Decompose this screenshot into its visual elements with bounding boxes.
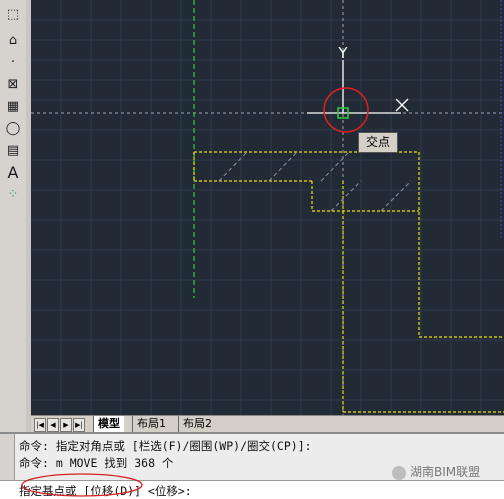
tab-layout2[interactable]: 布局2 <box>178 416 216 432</box>
prev-tab-button[interactable]: ◀ <box>47 418 59 432</box>
drawing-canvas[interactable]: Y 交点 <box>31 0 504 415</box>
command-scrollbar[interactable] <box>0 434 15 480</box>
hatch-pattern <box>218 151 412 212</box>
dot-icon[interactable]: · <box>3 52 23 72</box>
watermark: 湖南BIM联盟 <box>392 463 480 480</box>
table-icon[interactable]: ▤ <box>3 140 23 160</box>
ucs-x-marker <box>395 98 409 112</box>
region-icon[interactable]: ⌂ <box>3 30 23 50</box>
add-selected-icon[interactable]: ⁘ <box>3 184 23 204</box>
last-tab-button[interactable]: ▶| <box>73 418 85 432</box>
tab-layout1[interactable]: 布局1 <box>132 416 170 432</box>
osnap-tooltip: 交点 <box>358 132 398 153</box>
ucs-icon <box>307 60 401 114</box>
text-icon[interactable]: A <box>3 162 23 182</box>
draw-toolbar: ⬚ ⌂ · ⊠ ▦ ◯ ▤ A ⁘ <box>0 0 27 432</box>
drawing-geometry: Y <box>31 0 504 415</box>
layout-tab-bar: |◀ ◀ ▶ ▶| 模型 布局1 布局2 <box>31 415 504 434</box>
ucs-y-label: Y <box>337 44 348 62</box>
annotation-ellipse <box>21 473 143 497</box>
hatch-icon[interactable]: ⊠ <box>3 74 23 94</box>
command-history-line: 命令: 指定对角点或 [栏选(F)/圈围(WP)/圈交(CP)]: <box>19 439 312 453</box>
watermark-text: 湖南BIM联盟 <box>410 465 481 479</box>
command-input[interactable]: 指定基点或 [位移(D)] <位移>: <box>0 473 504 499</box>
command-window: 命令: 指定对角点或 [栏选(F)/圈围(WP)/圈交(CP)]: 命令: m … <box>0 432 504 499</box>
select-icon[interactable]: ⬚ <box>3 4 23 24</box>
first-tab-button[interactable]: |◀ <box>34 418 46 432</box>
next-tab-button[interactable]: ▶ <box>60 418 72 432</box>
gradient-icon[interactable]: ▦ <box>3 96 23 116</box>
wechat-icon <box>392 465 406 480</box>
revcloud-icon[interactable]: ◯ <box>3 118 23 138</box>
grid <box>31 0 504 415</box>
